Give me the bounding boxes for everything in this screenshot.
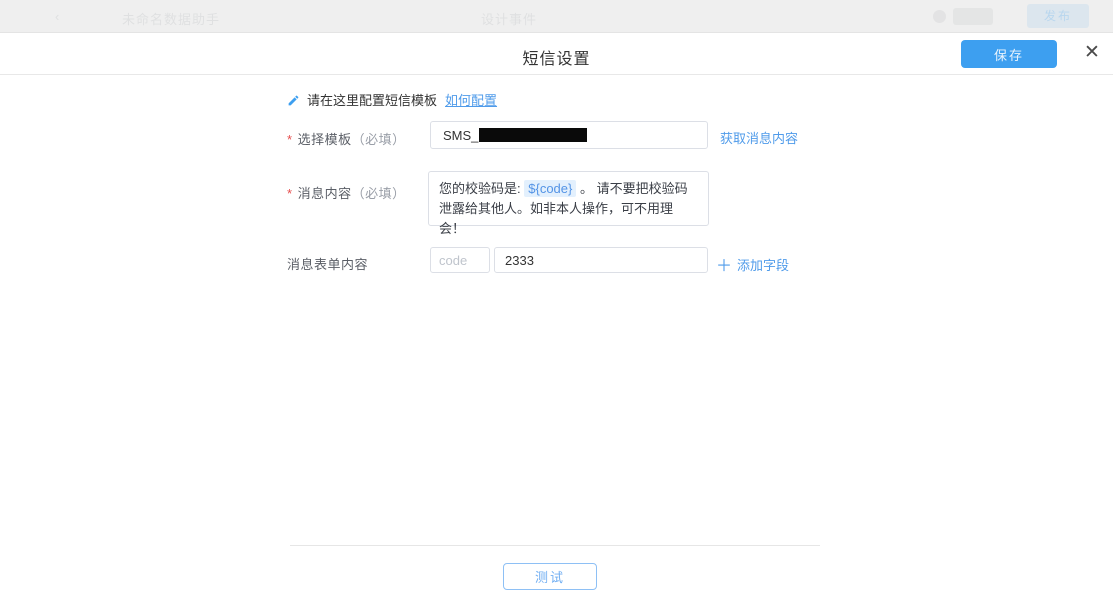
topbar-center-tab: 设计事件	[481, 9, 537, 28]
add-field-label: 添加字段	[737, 258, 789, 273]
footer-divider	[290, 545, 820, 546]
save-button[interactable]: 保存	[961, 40, 1057, 68]
form-fields-label: 消息表单内容	[287, 254, 368, 273]
message-text-before: 您的校验码是:	[439, 181, 521, 196]
get-message-content-link[interactable]: 获取消息内容	[720, 128, 798, 147]
field-key-input[interactable]	[430, 247, 490, 273]
required-mark: *	[287, 132, 293, 147]
plus-icon: ＋	[716, 258, 732, 275]
back-icon[interactable]: ‹	[55, 9, 59, 24]
sms-settings-modal: ‹ 未命名数据助手 设计事件 发布 短信设置 保存 ✕ 请在这里配置短信模板如何…	[0, 0, 1113, 601]
template-label-suffix: （必填）	[352, 132, 406, 147]
message-content-label-text: 消息内容	[298, 186, 352, 201]
app-topbar: ‹ 未命名数据助手 设计事件 发布	[0, 0, 1113, 33]
modal-header: 短信设置 保存 ✕	[0, 33, 1113, 75]
publish-button[interactable]: 发布	[1027, 4, 1089, 28]
field-value-input[interactable]	[494, 247, 708, 273]
template-input[interactable]: SMS_	[430, 121, 708, 149]
config-hint: 请在这里配置短信模板如何配置	[287, 90, 497, 108]
page-title: 短信设置	[0, 45, 1113, 69]
message-content-label: * 消息内容（必填）	[287, 183, 406, 202]
code-token-chip: ${code}	[524, 180, 576, 197]
test-button[interactable]: 测试	[503, 563, 597, 590]
app-title: 未命名数据助手	[122, 9, 220, 28]
required-mark: *	[287, 186, 293, 201]
message-content-label-suffix: （必填）	[352, 186, 406, 201]
redacted-value	[479, 128, 587, 142]
how-to-configure-link[interactable]: 如何配置	[445, 93, 497, 108]
template-label: * 选择模板（必填）	[287, 129, 406, 148]
message-content-textarea[interactable]: 您的校验码是: ${code} 。 请不要把校验码泄露给其他人。如非本人操作，可…	[428, 171, 709, 226]
form-fields-label-text: 消息表单内容	[287, 257, 368, 272]
topbar-action-pill	[953, 8, 993, 25]
template-label-text: 选择模板	[298, 132, 352, 147]
add-field-link[interactable]: ＋ 添加字段	[716, 252, 789, 276]
topbar-avatar-icon	[933, 10, 946, 23]
hint-text: 请在这里配置短信模板	[307, 93, 437, 108]
template-value-prefix: SMS_	[443, 128, 478, 143]
pencil-icon	[287, 94, 300, 107]
close-icon[interactable]: ✕	[1080, 39, 1104, 67]
